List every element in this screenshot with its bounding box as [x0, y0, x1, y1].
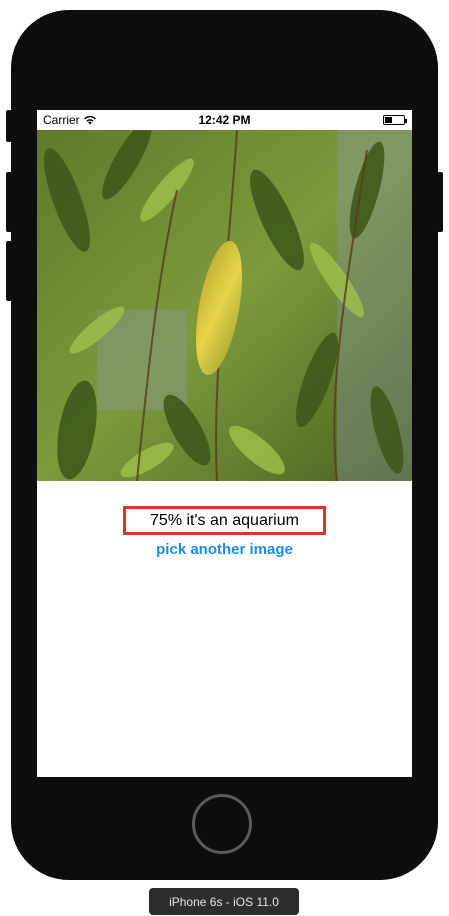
screen: Carrier 12:42 PM 75% it's an aquarium pi… — [37, 110, 412, 777]
prediction-text: 75% it's an aquarium — [150, 511, 299, 529]
status-bar: Carrier 12:42 PM — [37, 110, 412, 130]
home-button[interactable] — [192, 794, 252, 854]
pick-another-image-button[interactable]: pick another image — [37, 541, 412, 558]
plant-leaves-photo — [37, 130, 412, 481]
side-button-power — [437, 172, 443, 232]
simulator-label: iPhone 6s - iOS 11.0 — [149, 888, 299, 915]
prediction-result: 75% it's an aquarium — [123, 506, 326, 535]
battery-icon — [383, 115, 407, 125]
status-time: 12:42 PM — [198, 113, 251, 127]
side-button-volume-down — [6, 241, 12, 301]
side-button-volume-up — [6, 172, 12, 232]
side-button-mute — [6, 110, 12, 142]
